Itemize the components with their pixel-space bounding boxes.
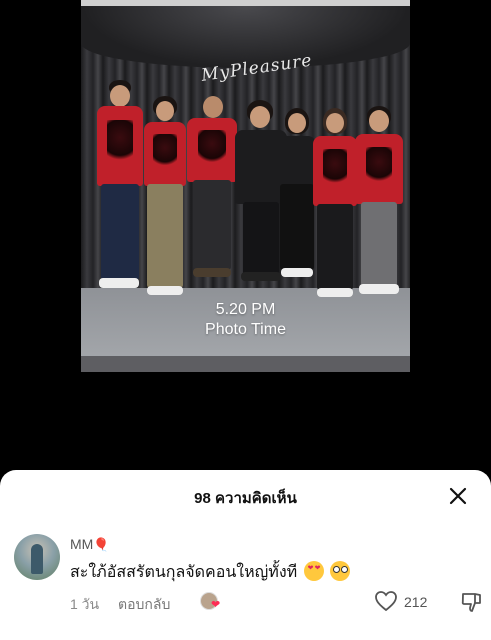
caption-title: Photo Time xyxy=(205,321,286,338)
close-button[interactable] xyxy=(444,482,472,510)
floor-edge xyxy=(81,356,410,372)
dislike-button[interactable] xyxy=(460,590,484,614)
like-count: 212 xyxy=(404,594,428,610)
person-3 xyxy=(185,92,239,282)
caption-time: 5.20 PM xyxy=(215,301,276,318)
comment-time: 1 วัน xyxy=(70,596,100,612)
username-text: MM xyxy=(70,536,94,552)
comments-count-title: 98 ความคิดเห็น xyxy=(194,490,297,507)
comments-sheet: 98 ความคิดเห็น MM🎈 สะใภ้อัสสรัตนกุลจัดคอ… xyxy=(0,470,491,640)
flushed-emoji xyxy=(330,561,351,581)
creator-liked-badge[interactable]: ❤ xyxy=(200,590,224,614)
person-6 xyxy=(311,108,359,298)
comment-body: สะใภ้อัสสรัตนกุลจัดคอนใหญ่ทั้งที xyxy=(70,560,351,585)
thumbs-down-icon xyxy=(461,593,481,612)
heart-outline-icon xyxy=(375,591,397,612)
comment-text: สะใภ้อัสสรัตนกุลจัดคอนใหญ่ทั้งที xyxy=(70,564,298,581)
comment-username[interactable]: MM🎈 xyxy=(70,536,110,553)
person-2 xyxy=(141,96,189,301)
sheet-header: 98 ความคิดเห็น xyxy=(0,470,491,520)
reply-button[interactable]: ตอบกลับ xyxy=(118,594,170,616)
photo-caption: 5.20 PM Photo Time xyxy=(81,300,410,340)
post-photo[interactable]: MyPleasure 5.20 PM Photo Time xyxy=(81,0,410,372)
balloon-emoji: 🎈 xyxy=(93,537,110,552)
person-7 xyxy=(353,106,405,306)
avatar[interactable] xyxy=(14,534,60,580)
comment-meta-row: 1 วัน ตอบกลับ ❤ 212 xyxy=(70,590,484,614)
comment-item: MM🎈 สะใภ้อัสสรัตนกุลจัดคอนใหญ่ทั้งที 1 ว… xyxy=(14,534,484,634)
heart-eyes-emoji xyxy=(303,561,324,581)
like-button[interactable] xyxy=(374,590,400,614)
close-icon xyxy=(449,487,467,505)
creator-liked-icon: ❤ xyxy=(211,599,221,611)
person-1 xyxy=(95,80,145,300)
